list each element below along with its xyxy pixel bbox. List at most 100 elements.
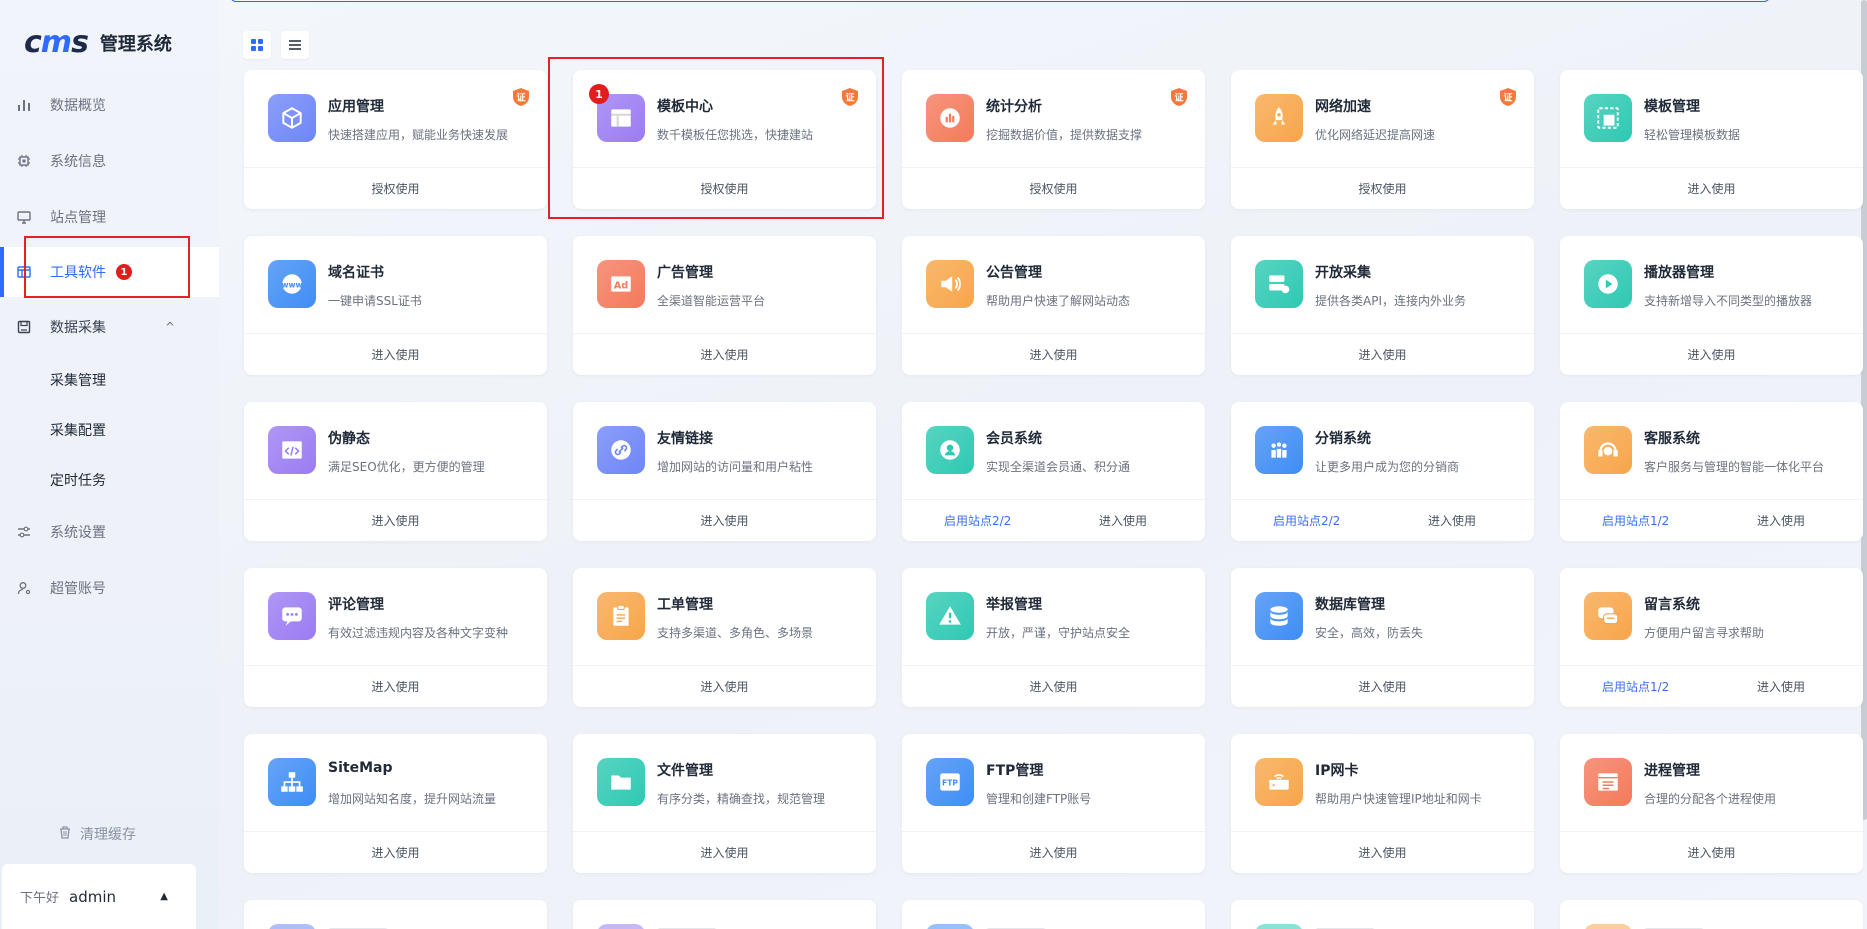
enter-use-button[interactable]: 进入使用 [573,844,876,861]
authorize-use-button[interactable]: 授权使用 [1231,180,1534,197]
enter-use-button[interactable]: 进入使用 [902,346,1205,363]
tool-card-partial [902,900,1205,929]
enter-use-button[interactable]: 进入使用 [1231,678,1534,695]
tool-card-description: 挖掘数据价值，提供数据支撑 [986,128,1143,142]
list-view-button[interactable] [281,31,309,59]
tool-card-body[interactable]: Ad 广告管理 全渠道智能运营平台 [573,236,876,333]
enter-use-button[interactable]: 进入使用 [244,512,547,529]
authorize-use-button[interactable]: 授权使用 [573,180,876,197]
tool-card-body[interactable]: 分销系统 让更多用户成为您的分销商 [1231,402,1534,499]
list-icon [289,36,301,55]
tool-rocket-icon [1255,94,1303,142]
sidebar-item-data-collection[interactable]: 数据采集 ^ [0,302,219,352]
tool-card-footer: 进入使用 [244,333,547,375]
tool-card-body[interactable]: IP网卡 帮助用户快速管理IP地址和网卡 [1231,734,1534,831]
enter-use-button[interactable]: 进入使用 [1757,678,1805,695]
tool-card: 播放器管理 支持新增导入不同类型的播放器进入使用 [1560,236,1863,375]
sidebar-item-overview[interactable]: 数据概览 [0,80,219,130]
tool-card: 开放采集 提供各类API，连接内外业务进入使用 [1231,236,1534,375]
sidebar-item-tools[interactable]: 工具软件 1 [0,247,219,297]
enabled-sites-link[interactable]: 启用站点1/2 [1602,512,1669,529]
tool-card-footer: 启用站点1/2 进入使用 [1560,665,1863,707]
tool-card-body[interactable]: 网络加速 优化网络延迟提高网速 证 [1231,70,1534,167]
tool-card-body[interactable]: www 域名证书 一键申请SSL证书 [244,236,547,333]
svg-text:www: www [281,280,302,289]
tool-card-body[interactable]: 1 模板中心 数千模板任您挑选，快捷建站 证 [573,70,876,167]
tool-card-body[interactable]: 播放器管理 支持新增导入不同类型的播放器 [1560,236,1863,333]
tool-card-title: 留言系统 [1644,597,1700,613]
tool-card: 伪静态 满足SEO优化，更方便的管理进入使用 [244,402,547,541]
certificate-shield-icon: 证 [1500,88,1516,106]
tool-card-body[interactable]: 客服系统 客户服务与管理的智能一体化平台 [1560,402,1863,499]
tool-card-body[interactable]: 应用管理 快速搭建应用，赋能业务快速发展 证 [244,70,547,167]
enter-use-button[interactable]: 进入使用 [573,512,876,529]
tool-card-body[interactable]: 开放采集 提供各类API，连接内外业务 [1231,236,1534,333]
tool-card-body[interactable]: 评论管理 有效过滤违规内容及各种文字变种 [244,568,547,665]
tool-card-title: 数据库管理 [1315,597,1385,613]
tool-card-body[interactable]: 友情链接 增加网站的访问量和用户粘性 [573,402,876,499]
enter-use-button[interactable]: 进入使用 [1428,512,1476,529]
enter-use-button[interactable]: 进入使用 [1560,346,1863,363]
authorize-use-button[interactable]: 授权使用 [244,180,547,197]
tool-card-footer: 进入使用 [1231,665,1534,707]
sidebar-item-label: 数据概览 [50,98,106,114]
tool-card-body[interactable]: 举报管理 开放，严谨，守护站点安全 [902,568,1205,665]
enter-use-button[interactable]: 进入使用 [244,678,547,695]
tool-cube-icon [268,94,316,142]
tool-card-body[interactable]: SiteMap 增加网站知名度，提升网站流量 [244,734,547,831]
save-icon [16,319,32,335]
tool-card-body[interactable]: 留言系统 方便用户留言寻求帮助 [1560,568,1863,665]
sidebar-item-sites[interactable]: 站点管理 [0,192,219,242]
enter-use-button[interactable]: 进入使用 [1757,512,1805,529]
tool-link-icon [597,426,645,474]
tool-sitemap-icon [268,758,316,806]
enabled-sites-link[interactable]: 启用站点2/2 [1273,512,1340,529]
tool-card-body[interactable]: 会员系统 实现全渠道会员通、积分通 [902,402,1205,499]
tool-card-body[interactable]: 模板管理 轻松管理模板数据 [1560,70,1863,167]
tool-card-body[interactable]: 统计分析 挖掘数据价值，提供数据支撑 证 [902,70,1205,167]
enter-use-button[interactable]: 进入使用 [1099,512,1147,529]
enter-use-button[interactable]: 进入使用 [1231,844,1534,861]
bar-chart-icon [16,97,32,113]
tool-card: 模板管理 轻松管理模板数据进入使用 [1560,70,1863,209]
enter-use-button[interactable]: 进入使用 [1560,180,1863,197]
tool-card-footer: 进入使用 [1560,831,1863,873]
tool-card-body[interactable]: 工单管理 支持多渠道、多角色、多场景 [573,568,876,665]
clear-cache-button[interactable]: 清理缓存 [58,824,136,844]
tool-card-body[interactable]: 伪静态 满足SEO优化，更方便的管理 [244,402,547,499]
svg-text:证: 证 [516,93,525,104]
grid-view-button[interactable] [243,31,271,59]
tool-card-description: 优化网络延迟提高网速 [1315,128,1436,142]
tool-card-body[interactable]: 进程管理 合理的分配各个进程使用 [1560,734,1863,831]
enter-use-button[interactable]: 进入使用 [902,678,1205,695]
sidebar-subitem-collect-manage[interactable]: 采集管理 [0,358,219,402]
authorize-use-button[interactable]: 授权使用 [902,180,1205,197]
certificate-shield-icon: 证 [513,88,529,106]
sidebar-item-label: 站点管理 [50,210,106,226]
user-menu[interactable]: 下午好 admin ▲ [2,864,196,929]
tool-server-icon [1255,260,1303,308]
sidebar-item-admin-account[interactable]: 超管账号 [0,563,219,613]
enter-use-button[interactable]: 进入使用 [1231,346,1534,363]
enter-use-button[interactable]: 进入使用 [244,346,547,363]
clear-cache-label: 清理缓存 [80,827,136,843]
tool-speaker-icon [926,260,974,308]
enter-use-button[interactable]: 进入使用 [573,678,876,695]
tool-card-body[interactable]: 文件管理 有序分类，精确查找，规范管理 [573,734,876,831]
enter-use-button[interactable]: 进入使用 [573,346,876,363]
tool-card-body[interactable]: 数据库管理 安全，高效，防丢失 [1231,568,1534,665]
sidebar-subitem-scheduled-tasks[interactable]: 定时任务 [0,458,219,502]
sidebar-item-system-settings[interactable]: 系统设置 [0,507,219,557]
tool-card-footer: 进入使用 [573,665,876,707]
enter-use-button[interactable]: 进入使用 [902,844,1205,861]
enter-use-button[interactable]: 进入使用 [244,844,547,861]
enabled-sites-link[interactable]: 启用站点1/2 [1602,678,1669,695]
tool-card-body[interactable]: 公告管理 帮助用户快速了解网站动态 [902,236,1205,333]
tool-card-body[interactable]: FTP FTP管理 管理和创建FTP账号 [902,734,1205,831]
tool-card-footer: 进入使用 [1560,167,1863,209]
sidebar-subitem-collect-config[interactable]: 采集配置 [0,408,219,452]
enabled-sites-link[interactable]: 启用站点2/2 [944,512,1011,529]
tool-card-footer: 进入使用 [1231,333,1534,375]
enter-use-button[interactable]: 进入使用 [1560,844,1863,861]
sidebar-item-system-info[interactable]: 系统信息 [0,136,219,186]
